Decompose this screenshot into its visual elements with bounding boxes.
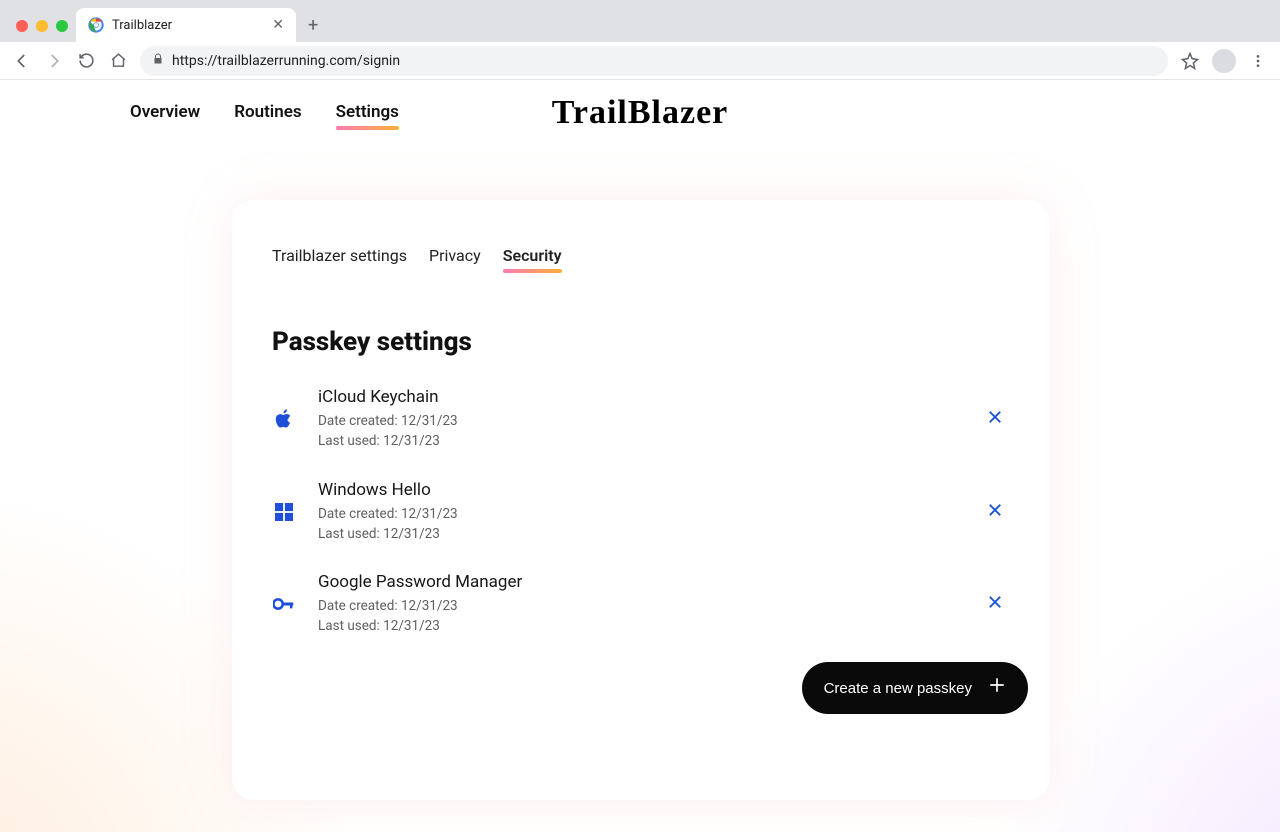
nav-overview[interactable]: Overview bbox=[130, 102, 200, 128]
brand-logo: TrailBlazer bbox=[552, 94, 729, 132]
passkey-body: Windows Hello Date created: 12/31/23 Las… bbox=[318, 480, 958, 545]
address-bar[interactable]: https://trailblazerrunning.com/signin bbox=[140, 46, 1168, 76]
reload-button[interactable] bbox=[76, 51, 96, 71]
nav-routines[interactable]: Routines bbox=[234, 102, 301, 128]
windows-icon bbox=[272, 503, 296, 521]
passkey-name: Windows Hello bbox=[318, 480, 958, 500]
settings-card: Trailblazer settings Privacy Security Pa… bbox=[232, 200, 1050, 800]
browser-chrome: Trailblazer ✕ + https://trailblazerrunni… bbox=[0, 0, 1280, 80]
maximize-window-icon[interactable] bbox=[56, 20, 68, 32]
passkey-last-used: Last used: 12/31/23 bbox=[318, 616, 958, 636]
profile-avatar[interactable] bbox=[1212, 49, 1236, 73]
url-text: https://trailblazerrunning.com/signin bbox=[172, 53, 400, 69]
back-button[interactable] bbox=[12, 51, 32, 71]
create-passkey-label: Create a new passkey bbox=[824, 680, 972, 697]
passkey-item: Google Password Manager Date created: 12… bbox=[272, 572, 1010, 637]
window-controls bbox=[8, 20, 76, 42]
apple-icon bbox=[272, 408, 296, 430]
remove-passkey-button[interactable] bbox=[980, 587, 1010, 621]
tab-security[interactable]: Security bbox=[503, 246, 562, 271]
passkey-list: iCloud Keychain Date created: 12/31/23 L… bbox=[272, 387, 1010, 637]
key-icon bbox=[272, 597, 296, 611]
tab-title: Trailblazer bbox=[112, 18, 264, 33]
passkey-body: Google Password Manager Date created: 12… bbox=[318, 572, 958, 637]
passkey-last-used: Last used: 12/31/23 bbox=[318, 524, 958, 544]
close-tab-icon[interactable]: ✕ bbox=[272, 17, 284, 33]
settings-subnav: Trailblazer settings Privacy Security bbox=[272, 246, 1010, 271]
page-content: Overview Routines Settings TrailBlazer T… bbox=[0, 80, 1280, 832]
passkey-body: iCloud Keychain Date created: 12/31/23 L… bbox=[318, 387, 958, 452]
remove-passkey-button[interactable] bbox=[980, 402, 1010, 436]
passkey-item: Windows Hello Date created: 12/31/23 Las… bbox=[272, 480, 1010, 545]
main-nav: Overview Routines Settings TrailBlazer bbox=[0, 80, 1280, 128]
tab-privacy[interactable]: Privacy bbox=[429, 246, 481, 271]
minimize-window-icon[interactable] bbox=[36, 20, 48, 32]
favicon-icon bbox=[88, 17, 104, 33]
browser-tab[interactable]: Trailblazer ✕ bbox=[76, 8, 296, 42]
lock-icon bbox=[152, 53, 164, 68]
close-window-icon[interactable] bbox=[16, 20, 28, 32]
passkey-name: Google Password Manager bbox=[318, 572, 958, 592]
tab-bar: Trailblazer ✕ + bbox=[0, 0, 1280, 42]
passkey-item: iCloud Keychain Date created: 12/31/23 L… bbox=[272, 387, 1010, 452]
nav-settings[interactable]: Settings bbox=[336, 102, 399, 128]
section-title: Passkey settings bbox=[272, 327, 1010, 357]
remove-passkey-button[interactable] bbox=[980, 495, 1010, 529]
passkey-created: Date created: 12/31/23 bbox=[318, 411, 958, 431]
forward-button bbox=[44, 51, 64, 71]
passkey-name: iCloud Keychain bbox=[318, 387, 958, 407]
passkey-created: Date created: 12/31/23 bbox=[318, 504, 958, 524]
bookmark-icon[interactable] bbox=[1180, 51, 1200, 71]
passkey-created: Date created: 12/31/23 bbox=[318, 596, 958, 616]
create-passkey-button[interactable]: Create a new passkey bbox=[802, 662, 1028, 714]
browser-toolbar: https://trailblazerrunning.com/signin bbox=[0, 42, 1280, 80]
plus-icon bbox=[988, 676, 1006, 700]
more-menu-icon[interactable] bbox=[1248, 51, 1268, 71]
passkey-last-used: Last used: 12/31/23 bbox=[318, 431, 958, 451]
tab-trailblazer-settings[interactable]: Trailblazer settings bbox=[272, 246, 407, 271]
home-button[interactable] bbox=[108, 51, 128, 71]
new-tab-button[interactable]: + bbox=[296, 15, 330, 42]
